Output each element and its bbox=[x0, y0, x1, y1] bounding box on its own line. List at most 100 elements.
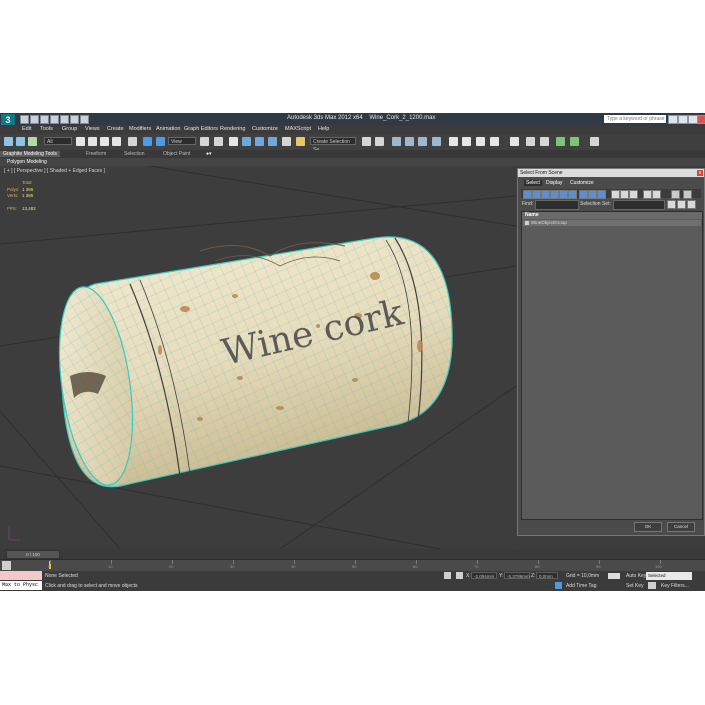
undo-icon[interactable] bbox=[50, 115, 59, 124]
find-clear-icon[interactable] bbox=[687, 200, 696, 209]
z-coordinate-field[interactable]: 0,0mm bbox=[536, 572, 558, 579]
edit-named-selection-icon[interactable] bbox=[296, 137, 305, 146]
dialog-menu-customize[interactable]: Customize bbox=[570, 180, 594, 186]
graphite-toggle-icon[interactable] bbox=[405, 137, 414, 146]
filter-icon[interactable] bbox=[671, 190, 680, 199]
select-object-icon[interactable] bbox=[76, 137, 85, 146]
rectangular-selection-icon[interactable] bbox=[100, 137, 109, 146]
display-groups-icon[interactable] bbox=[579, 190, 588, 199]
menu-help[interactable]: Help bbox=[318, 126, 329, 132]
sync-selection-icon[interactable] bbox=[643, 190, 652, 199]
mini-curve-editor-icon[interactable] bbox=[2, 561, 11, 570]
time-slider[interactable]: 0 / 100 bbox=[6, 550, 60, 559]
display-children-icon[interactable] bbox=[652, 190, 661, 199]
list-item[interactable]: WineObjectGroup bbox=[523, 220, 701, 226]
ribbon-options-icon[interactable]: ●▾ bbox=[206, 151, 212, 157]
material-editor-icon[interactable] bbox=[449, 137, 458, 146]
toolbar-extra-icon-3[interactable] bbox=[556, 137, 565, 146]
add-time-tag[interactable]: Add Time Tag bbox=[566, 583, 596, 589]
percent-snap-icon[interactable] bbox=[268, 137, 277, 146]
selection-set-dropdown[interactable] bbox=[613, 200, 665, 210]
viewport-label[interactable]: [ + ] [ Perspective ] [ Shaded + Edged F… bbox=[4, 168, 105, 174]
menu-maxscript[interactable]: MAXScript bbox=[285, 126, 311, 132]
close-icon[interactable]: x bbox=[697, 170, 703, 176]
toolbar-extra-icon-1[interactable] bbox=[526, 137, 535, 146]
lock-selection-icon[interactable] bbox=[444, 572, 451, 579]
close-icon[interactable] bbox=[697, 115, 705, 124]
snaps-toggle-icon[interactable] bbox=[242, 137, 251, 146]
key-mode-icon[interactable] bbox=[608, 573, 620, 579]
render-setup-icon[interactable] bbox=[462, 137, 471, 146]
menu-graph-editors[interactable]: Graph Editors bbox=[184, 126, 218, 132]
key-mode-dropdown[interactable]: Selected bbox=[646, 572, 692, 580]
link-icon[interactable] bbox=[4, 137, 13, 146]
align-icon[interactable] bbox=[375, 137, 384, 146]
maxscript-listener-output[interactable]: Max to Physc bbox=[0, 581, 42, 590]
minimize-icon[interactable] bbox=[678, 115, 688, 124]
bind-space-warp-icon[interactable] bbox=[28, 137, 37, 146]
display-xrefs-icon[interactable] bbox=[588, 190, 597, 199]
layer-manager-icon[interactable] bbox=[392, 137, 401, 146]
display-helpers-icon[interactable] bbox=[559, 190, 568, 199]
redo-icon[interactable] bbox=[60, 115, 69, 124]
render-production-icon[interactable] bbox=[490, 137, 499, 146]
reference-coordinate-dropdown[interactable]: View bbox=[168, 137, 196, 145]
move-icon[interactable] bbox=[128, 137, 137, 146]
select-by-name-icon[interactable] bbox=[88, 137, 97, 146]
find-case-icon[interactable] bbox=[667, 200, 676, 209]
scale-icon[interactable] bbox=[156, 137, 165, 146]
auto-key-button[interactable]: Auto Key bbox=[626, 573, 646, 579]
mirror-icon[interactable] bbox=[362, 137, 371, 146]
absolute-mode-icon[interactable] bbox=[456, 572, 463, 579]
display-shapes-icon[interactable] bbox=[532, 190, 541, 199]
maxscript-listener-input[interactable] bbox=[0, 571, 42, 580]
select-invert-icon[interactable] bbox=[629, 190, 638, 199]
menu-animation[interactable]: Animation bbox=[156, 126, 180, 132]
display-bones-icon[interactable] bbox=[597, 190, 606, 199]
unlink-icon[interactable] bbox=[16, 137, 25, 146]
menu-create[interactable]: Create bbox=[107, 126, 124, 132]
y-coordinate-field[interactable]: -5,3786mm bbox=[504, 572, 530, 579]
column-header-name[interactable]: Name bbox=[522, 212, 702, 219]
search-input[interactable]: Type a keyword or phrase bbox=[604, 115, 666, 123]
toolbar-extra-icon-5[interactable] bbox=[590, 137, 599, 146]
pivot-point-icon[interactable] bbox=[200, 137, 209, 146]
display-lights-icon[interactable] bbox=[541, 190, 550, 199]
find-options-icon[interactable] bbox=[677, 200, 686, 209]
time-tag-icon[interactable] bbox=[555, 582, 562, 589]
menu-rendering[interactable]: Rendering bbox=[220, 126, 245, 132]
display-cameras-icon[interactable] bbox=[550, 190, 559, 199]
select-none-icon[interactable] bbox=[620, 190, 629, 199]
quick-render-icon[interactable] bbox=[510, 137, 519, 146]
set-key-button[interactable]: Set Key bbox=[626, 583, 644, 589]
menu-tools[interactable]: Tools bbox=[40, 126, 53, 132]
toolbar-extra-icon-2[interactable] bbox=[540, 137, 549, 146]
rendered-frame-window-icon[interactable] bbox=[476, 137, 485, 146]
set-key-icon[interactable] bbox=[648, 582, 656, 589]
window-crossing-icon[interactable] bbox=[112, 137, 121, 146]
menu-modifiers[interactable]: Modifiers bbox=[129, 126, 151, 132]
tab-selection[interactable]: Selection bbox=[124, 151, 145, 157]
fetch-icon[interactable] bbox=[80, 115, 89, 124]
menu-views[interactable]: Views bbox=[85, 126, 100, 132]
select-manipulate-icon[interactable] bbox=[214, 137, 223, 146]
selection-filter-dropdown[interactable]: All bbox=[44, 137, 72, 145]
tab-graphite-modeling-tools[interactable]: Graphite Modeling Tools bbox=[0, 151, 60, 157]
dialog-menu-display[interactable]: Display bbox=[546, 180, 562, 186]
tab-object-paint[interactable]: Object Paint bbox=[163, 151, 190, 157]
polygon-modeling-label[interactable]: Polygon Modeling bbox=[7, 159, 47, 165]
open-file-icon[interactable] bbox=[30, 115, 39, 124]
new-file-icon[interactable] bbox=[20, 115, 29, 124]
dialog-menu-select[interactable]: Select bbox=[524, 180, 542, 186]
dialog-options-icon[interactable] bbox=[683, 190, 692, 199]
hold-icon[interactable] bbox=[70, 115, 79, 124]
key-filters-button[interactable]: Key Filters... bbox=[661, 583, 689, 589]
angle-snap-icon[interactable] bbox=[255, 137, 264, 146]
save-file-icon[interactable] bbox=[40, 115, 49, 124]
select-all-icon[interactable] bbox=[611, 190, 620, 199]
display-geometry-icon[interactable] bbox=[523, 190, 532, 199]
spinner-snap-icon[interactable] bbox=[282, 137, 291, 146]
menu-customize[interactable]: Customize bbox=[252, 126, 278, 132]
keyboard-shortcut-icon[interactable] bbox=[229, 137, 238, 146]
rotate-icon[interactable] bbox=[143, 137, 152, 146]
